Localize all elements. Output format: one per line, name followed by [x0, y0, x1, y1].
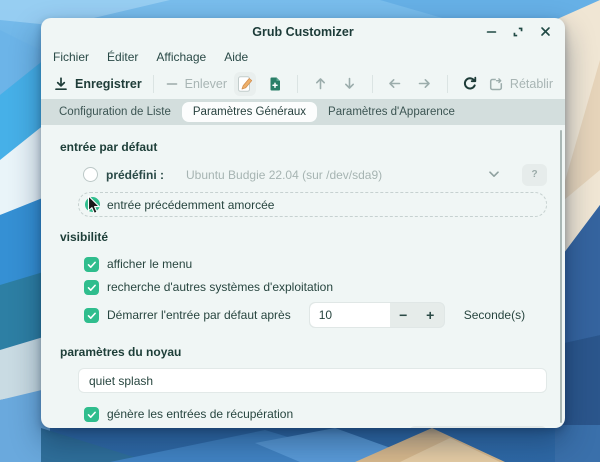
minimize-icon — [486, 26, 497, 37]
footer-row: Paramètres avancés — [59, 426, 547, 428]
tab-parametres-generaux[interactable]: Paramètres Généraux — [182, 102, 317, 122]
restore-icon — [512, 26, 524, 38]
new-file-icon — [267, 76, 283, 92]
titlebar[interactable]: Grub Customizer — [41, 18, 565, 45]
show-menu-label: afficher le menu — [107, 257, 192, 271]
close-icon — [540, 26, 551, 37]
timeout-label: Démarrer l'entrée par défaut après — [107, 308, 291, 322]
save-button[interactable]: Enregistrer — [53, 76, 142, 92]
decrement-button[interactable]: − — [390, 303, 417, 327]
move-down-button[interactable] — [338, 72, 360, 96]
toolbar-separator — [297, 75, 298, 93]
move-left-button[interactable] — [384, 72, 406, 96]
show-menu-checkbox[interactable] — [84, 257, 99, 272]
recovery-label: génère les entrées de récupération — [107, 407, 293, 421]
minus-icon — [165, 77, 179, 91]
minimize-button[interactable] — [484, 25, 498, 39]
previously-booted-row[interactable]: entrée précédemment amorcée — [78, 192, 547, 217]
close-button[interactable] — [538, 25, 552, 39]
menubar: Fichier Éditer Affichage Aide — [41, 45, 565, 68]
revert-button[interactable]: Rétablir — [488, 76, 553, 92]
show-menu-row: afficher le menu — [84, 253, 547, 275]
save-label: Enregistrer — [75, 77, 142, 91]
timeout-unit-label: Seconde(s) — [464, 308, 525, 322]
predefined-entry-combobox[interactable]: Ubuntu Budgie 22.04 (sur /dev/sda9) — [186, 168, 382, 182]
combo-caret[interactable] — [489, 171, 499, 178]
general-settings-panel: entrée par défaut prédéfini : Ubuntu Bud… — [41, 125, 565, 428]
predefined-label: prédéfini : — [106, 168, 164, 182]
kernel-params-input[interactable] — [78, 368, 547, 393]
increment-button[interactable]: + — [417, 303, 444, 327]
menu-affichage[interactable]: Affichage — [147, 48, 215, 66]
restore-button[interactable] — [511, 25, 525, 39]
refresh-button[interactable] — [458, 72, 480, 96]
new-entry-button[interactable] — [263, 72, 285, 96]
previously-booted-radio[interactable] — [85, 197, 100, 212]
arrow-down-icon — [342, 76, 357, 91]
edit-button[interactable] — [234, 72, 256, 96]
check-icon — [86, 310, 97, 321]
default-entry-heading: entrée par défaut — [60, 140, 547, 154]
tab-configuration-de-liste[interactable]: Configuration de Liste — [48, 102, 182, 122]
arrow-up-icon — [313, 76, 328, 91]
menu-editer[interactable]: Éditer — [98, 48, 147, 66]
check-icon — [86, 282, 97, 293]
toolbar-separator — [153, 75, 154, 93]
timeout-spinbox: − + — [309, 302, 445, 328]
lookup-other-os-checkbox[interactable] — [84, 280, 99, 295]
visibility-heading: visibilité — [60, 230, 547, 244]
predefined-radio[interactable] — [83, 167, 98, 182]
menu-fichier[interactable]: Fichier — [44, 48, 98, 66]
grub-customizer-window: Grub Customizer Fichier Éditer Affichage… — [41, 18, 565, 428]
remove-label: Enlever — [185, 77, 227, 91]
tabbar: Configuration de Liste Paramètres Généra… — [41, 99, 565, 125]
check-icon — [86, 259, 97, 270]
timeout-input[interactable] — [310, 303, 390, 327]
previously-booted-label: entrée précédemment amorcée — [107, 198, 274, 212]
timeout-checkbox[interactable] — [84, 308, 99, 323]
check-icon — [86, 409, 97, 420]
revert-icon — [488, 76, 504, 92]
refresh-icon — [462, 76, 478, 92]
menu-aide[interactable]: Aide — [215, 48, 257, 66]
predefined-entry-row: prédéfini : Ubuntu Budgie 22.04 (sur /de… — [83, 163, 547, 186]
remove-button[interactable]: Enlever — [165, 77, 227, 91]
move-up-button[interactable] — [309, 72, 331, 96]
recovery-checkbox[interactable] — [84, 407, 99, 422]
toolbar: Enregistrer Enlever — [41, 68, 565, 99]
lookup-other-os-row: recherche d'autres systèmes d'exploitati… — [84, 276, 547, 298]
save-icon — [53, 76, 69, 92]
tab-parametres-apparence[interactable]: Paramètres d'Apparence — [317, 102, 466, 122]
move-right-button[interactable] — [413, 72, 435, 96]
arrow-right-icon — [417, 76, 432, 91]
toolbar-separator — [372, 75, 373, 93]
edit-icon — [236, 75, 254, 93]
vertical-scrollbar[interactable] — [560, 130, 562, 423]
advanced-settings-button[interactable]: Paramètres avancés — [409, 426, 547, 428]
revert-label: Rétablir — [510, 77, 553, 91]
lookup-other-os-label: recherche d'autres systèmes d'exploitati… — [107, 280, 333, 294]
arrow-left-icon — [387, 76, 402, 91]
timeout-row: Démarrer l'entrée par défaut après − + S… — [84, 302, 547, 328]
kernel-params-heading: paramètres du noyau — [60, 345, 547, 359]
chevron-down-icon — [489, 171, 499, 178]
toolbar-separator — [447, 75, 448, 93]
recovery-row: génère les entrées de récupération — [84, 403, 547, 425]
help-button[interactable]: ? — [522, 164, 547, 186]
